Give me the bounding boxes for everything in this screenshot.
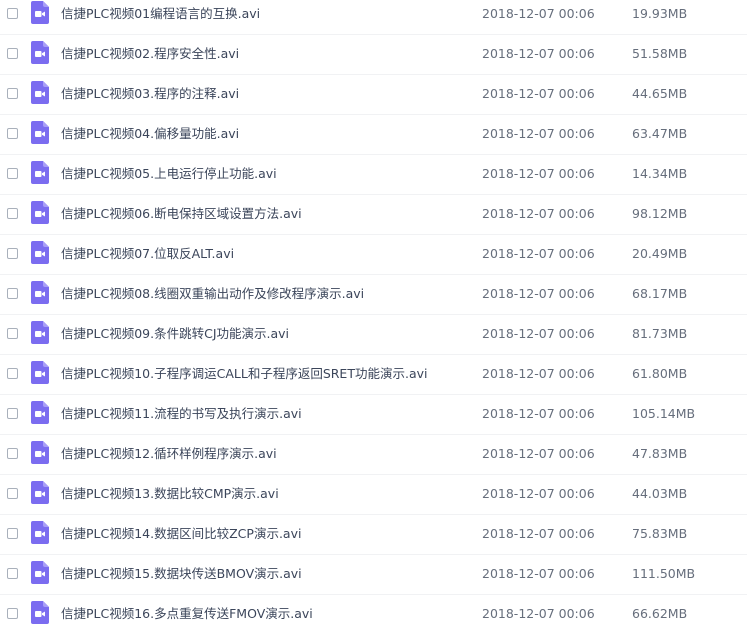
video-file-icon[interactable] <box>31 161 49 184</box>
video-file-icon[interactable] <box>31 361 49 384</box>
file-date: 2018-12-07 00:06 <box>482 566 595 581</box>
row-checkbox[interactable] <box>7 168 18 179</box>
file-row[interactable]: 信捷PLC视频14.数据区间比较ZCP演示.avi 2018-12-07 00:… <box>0 515 747 555</box>
file-row[interactable]: 信捷PLC视频13.数据比较CMP演示.avi 2018-12-07 00:06… <box>0 475 747 515</box>
file-date: 2018-12-07 00:06 <box>482 486 595 501</box>
video-file-icon[interactable] <box>31 561 49 584</box>
file-size: 61.80MB <box>632 366 688 381</box>
file-size: 44.65MB <box>632 86 688 101</box>
file-row[interactable]: 信捷PLC视频16.多点重复传送FMOV演示.avi 2018-12-07 00… <box>0 595 747 630</box>
file-name[interactable]: 信捷PLC视频06.断电保持区域设置方法.avi <box>61 206 302 222</box>
file-size: 66.62MB <box>632 606 688 621</box>
file-date: 2018-12-07 00:06 <box>482 86 595 101</box>
file-date: 2018-12-07 00:06 <box>482 46 595 61</box>
file-name[interactable]: 信捷PLC视频05.上电运行停止功能.avi <box>61 166 277 182</box>
file-row[interactable]: 信捷PLC视频10.子程序调运CALL和子程序返回SRET功能演示.avi 20… <box>0 355 747 395</box>
file-row[interactable]: 信捷PLC视频04.偏移量功能.avi 2018-12-07 00:06 63.… <box>0 115 747 155</box>
video-file-icon[interactable] <box>31 241 49 264</box>
row-checkbox[interactable] <box>7 568 18 579</box>
file-size: 105.14MB <box>632 406 696 421</box>
video-file-icon[interactable] <box>31 321 49 344</box>
file-size: 63.47MB <box>632 126 688 141</box>
file-name[interactable]: 信捷PLC视频10.子程序调运CALL和子程序返回SRET功能演示.avi <box>61 366 427 382</box>
video-file-icon[interactable] <box>31 121 49 144</box>
video-file-icon[interactable] <box>31 201 49 224</box>
file-name[interactable]: 信捷PLC视频12.循环样例程序演示.avi <box>61 446 277 462</box>
row-checkbox[interactable] <box>7 288 18 299</box>
row-checkbox[interactable] <box>7 248 18 259</box>
file-name[interactable]: 信捷PLC视频16.多点重复传送FMOV演示.avi <box>61 606 313 622</box>
file-name[interactable]: 信捷PLC视频08.线圈双重输出动作及修改程序演示.avi <box>61 286 364 302</box>
video-file-icon[interactable] <box>31 41 49 64</box>
row-checkbox[interactable] <box>7 448 18 459</box>
file-name[interactable]: 信捷PLC视频15.数据块传送BMOV演示.avi <box>61 566 302 582</box>
row-checkbox[interactable] <box>7 608 18 619</box>
row-checkbox[interactable] <box>7 368 18 379</box>
file-row[interactable]: 信捷PLC视频02.程序安全性.avi 2018-12-07 00:06 51.… <box>0 35 747 75</box>
file-size: 111.50MB <box>632 566 696 581</box>
file-name[interactable]: 信捷PLC视频11.流程的书写及执行演示.avi <box>61 406 302 422</box>
file-row[interactable]: 信捷PLC视频09.条件跳转CJ功能演示.avi 2018-12-07 00:0… <box>0 315 747 355</box>
file-row[interactable]: 信捷PLC视频03.程序的注释.avi 2018-12-07 00:06 44.… <box>0 75 747 115</box>
file-row[interactable]: 信捷PLC视频05.上电运行停止功能.avi 2018-12-07 00:06 … <box>0 155 747 195</box>
file-name[interactable]: 信捷PLC视频13.数据比较CMP演示.avi <box>61 486 279 502</box>
video-file-icon[interactable] <box>31 401 49 424</box>
video-file-icon[interactable] <box>31 81 49 104</box>
video-file-icon[interactable] <box>31 441 49 464</box>
file-row[interactable]: 信捷PLC视频06.断电保持区域设置方法.avi 2018-12-07 00:0… <box>0 195 747 235</box>
row-checkbox[interactable] <box>7 208 18 219</box>
row-checkbox[interactable] <box>7 128 18 139</box>
file-date: 2018-12-07 00:06 <box>482 606 595 621</box>
row-checkbox[interactable] <box>7 488 18 499</box>
file-size: 14.34MB <box>632 166 688 181</box>
file-name[interactable]: 信捷PLC视频07.位取反ALT.avi <box>61 246 234 262</box>
file-size: 44.03MB <box>632 486 688 501</box>
video-file-icon[interactable] <box>31 521 49 544</box>
video-file-icon[interactable] <box>31 481 49 504</box>
row-checkbox[interactable] <box>7 408 18 419</box>
file-size: 68.17MB <box>632 286 688 301</box>
file-size: 81.73MB <box>632 326 688 341</box>
file-row[interactable]: 信捷PLC视频07.位取反ALT.avi 2018-12-07 00:06 20… <box>0 235 747 275</box>
video-file-icon[interactable] <box>31 1 49 24</box>
file-row[interactable]: 信捷PLC视频15.数据块传送BMOV演示.avi 2018-12-07 00:… <box>0 555 747 595</box>
file-list: 信捷PLC视频01编程语言的互换.avi 2018-12-07 00:06 19… <box>0 0 747 630</box>
file-date: 2018-12-07 00:06 <box>482 246 595 261</box>
video-file-icon[interactable] <box>31 281 49 304</box>
row-checkbox[interactable] <box>7 88 18 99</box>
row-checkbox[interactable] <box>7 528 18 539</box>
file-size: 75.83MB <box>632 526 688 541</box>
file-date: 2018-12-07 00:06 <box>482 326 595 341</box>
file-name[interactable]: 信捷PLC视频02.程序安全性.avi <box>61 46 239 62</box>
video-file-icon[interactable] <box>31 601 49 624</box>
file-size: 98.12MB <box>632 206 688 221</box>
file-name[interactable]: 信捷PLC视频09.条件跳转CJ功能演示.avi <box>61 326 289 342</box>
file-size: 51.58MB <box>632 46 688 61</box>
file-name[interactable]: 信捷PLC视频03.程序的注释.avi <box>61 86 239 102</box>
file-date: 2018-12-07 00:06 <box>482 526 595 541</box>
file-date: 2018-12-07 00:06 <box>482 446 595 461</box>
file-date: 2018-12-07 00:06 <box>482 206 595 221</box>
file-row[interactable]: 信捷PLC视频01编程语言的互换.avi 2018-12-07 00:06 19… <box>0 0 747 35</box>
file-name[interactable]: 信捷PLC视频14.数据区间比较ZCP演示.avi <box>61 526 301 542</box>
file-size: 19.93MB <box>632 6 688 21</box>
file-date: 2018-12-07 00:06 <box>482 286 595 301</box>
file-date: 2018-12-07 00:06 <box>482 406 595 421</box>
file-date: 2018-12-07 00:06 <box>482 126 595 141</box>
file-name[interactable]: 信捷PLC视频04.偏移量功能.avi <box>61 126 239 142</box>
file-date: 2018-12-07 00:06 <box>482 366 595 381</box>
file-size: 47.83MB <box>632 446 688 461</box>
file-date: 2018-12-07 00:06 <box>482 6 595 21</box>
file-row[interactable]: 信捷PLC视频12.循环样例程序演示.avi 2018-12-07 00:06 … <box>0 435 747 475</box>
file-row[interactable]: 信捷PLC视频08.线圈双重输出动作及修改程序演示.avi 2018-12-07… <box>0 275 747 315</box>
file-row[interactable]: 信捷PLC视频11.流程的书写及执行演示.avi 2018-12-07 00:0… <box>0 395 747 435</box>
row-checkbox[interactable] <box>7 48 18 59</box>
file-date: 2018-12-07 00:06 <box>482 166 595 181</box>
file-size: 20.49MB <box>632 246 688 261</box>
row-checkbox[interactable] <box>7 8 18 19</box>
file-name[interactable]: 信捷PLC视频01编程语言的互换.avi <box>61 6 260 22</box>
row-checkbox[interactable] <box>7 328 18 339</box>
